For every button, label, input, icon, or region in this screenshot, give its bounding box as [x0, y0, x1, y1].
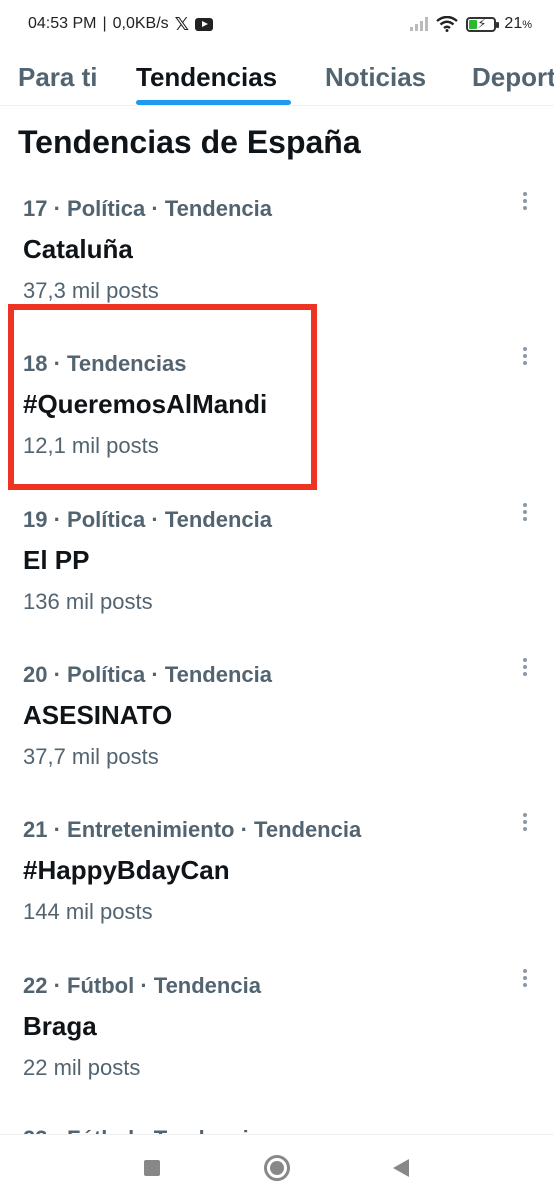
trend-post-count: 136 mil posts [23, 589, 153, 614]
tab-para-ti[interactable]: Para ti [18, 48, 98, 105]
active-tab-indicator [136, 100, 291, 105]
more-vertical-icon[interactable] [518, 654, 532, 680]
trend-meta: 20 · Política · Tendencia [23, 662, 272, 687]
battery-icon: ⚡ [466, 16, 500, 32]
trend-meta: 19 · Política · Tendencia [23, 507, 272, 532]
trend-name: Cataluña [23, 234, 133, 264]
status-network-speed: 0,0KB/s [112, 15, 169, 32]
x-logo-icon: 𝕏 [174, 13, 190, 34]
more-vertical-icon[interactable] [518, 499, 532, 525]
trend-meta: 17 · Política · Tendencia [23, 196, 272, 221]
trend-name: Braga [23, 1011, 97, 1041]
status-bar: 04:53 PM | 0,0KB/s 𝕏 ⚡ 21% [0, 0, 554, 48]
trend-item[interactable]: 21 · Entretenimiento · Tendencia #HappyB… [0, 813, 554, 972]
more-vertical-icon[interactable] [518, 965, 532, 991]
trend-post-count: 22 mil posts [23, 1055, 141, 1080]
trend-name: ASESINATO [23, 700, 173, 730]
trend-name: #HappyBdayCan [23, 855, 230, 885]
trend-name: El PP [23, 545, 90, 575]
status-bar-right: ⚡ 21% [410, 15, 532, 33]
trend-item[interactable]: 22 · Fútbol · Tendencia Braga 22 mil pos… [0, 969, 554, 1128]
status-bar-left: 04:53 PM | 0,0KB/s 𝕏 [28, 13, 214, 35]
tab-tendencias[interactable]: Tendencias [136, 48, 277, 105]
more-vertical-icon[interactable] [518, 188, 532, 214]
trend-post-count: 144 mil posts [23, 899, 153, 924]
trend-post-count: 37,7 mil posts [23, 744, 159, 769]
system-nav-bar [0, 1134, 554, 1200]
signal-icon [410, 17, 429, 31]
status-time: 04:53 PM [28, 15, 97, 32]
trend-item[interactable]: 19 · Política · Tendencia El PP 136 mil … [0, 503, 554, 662]
youtube-icon [195, 17, 214, 31]
page-title: Tendencias de España [18, 124, 361, 160]
screen: 04:53 PM | 0,0KB/s 𝕏 ⚡ 21% Para ti Tende [0, 0, 554, 1200]
trend-meta: 21 · Entretenimiento · Tendencia [23, 817, 362, 842]
status-separator: | [102, 15, 107, 32]
trend-meta: 22 · Fútbol · Tendencia [23, 973, 261, 998]
more-vertical-icon[interactable] [518, 809, 532, 835]
home-circle-icon[interactable] [264, 1155, 290, 1181]
trend-item[interactable]: 20 · Política · Tendencia ASESINATO 37,7… [0, 658, 554, 817]
wifi-icon [436, 16, 459, 32]
more-vertical-icon[interactable] [518, 343, 532, 369]
tab-bar: Para ti Tendencias Noticias Deportes [0, 48, 554, 106]
tab-noticias[interactable]: Noticias [325, 48, 426, 105]
trend-post-count: 37,3 mil posts [23, 278, 159, 303]
recents-square-icon[interactable] [144, 1160, 160, 1176]
highlight-annotation [8, 304, 317, 490]
battery-percent: 21% [504, 15, 532, 32]
back-triangle-icon[interactable] [393, 1159, 409, 1177]
tab-deportes[interactable]: Deportes [472, 48, 554, 105]
